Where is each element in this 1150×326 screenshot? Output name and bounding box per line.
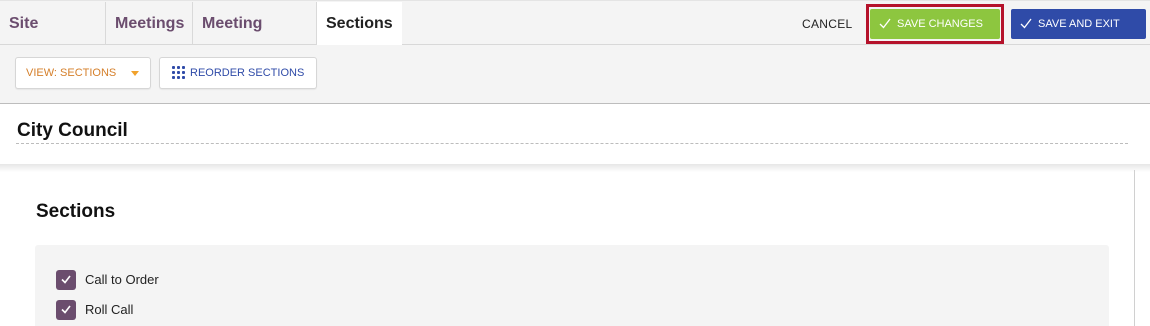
caret-down-icon (131, 71, 139, 76)
sections-heading: Sections (36, 201, 116, 222)
section-divider (0, 164, 1150, 172)
cancel-button[interactable]: CANCEL (792, 10, 862, 38)
reorder-sections-button[interactable]: REORDER SECTIONS (159, 57, 317, 89)
section-item-call-to-order[interactable]: Call to Order (56, 269, 159, 290)
breadcrumb-meeting-types[interactable]: Meeting Types (193, 2, 317, 75)
breadcrumb-site-settings[interactable]: Site Settings (0, 2, 106, 75)
grid-dots-icon (172, 65, 185, 79)
check-icon (879, 18, 891, 29)
save-changes-button[interactable]: SAVE CHANGES (870, 9, 1000, 39)
toolbar: VIEW: SECTIONS REORDER SECTIONS (0, 45, 1150, 104)
top-navigation-bar: Site Settings Meetings Meeting Types Sec… (0, 0, 1150, 75)
view-dropdown-label: VIEW: SECTIONS (26, 67, 117, 79)
scroll-edge (1134, 170, 1135, 326)
save-and-exit-button[interactable]: SAVE AND EXIT (1011, 9, 1146, 39)
sections-panel (35, 245, 1109, 326)
page-title: City Council (17, 120, 128, 141)
reorder-sections-label: REORDER SECTIONS (190, 67, 305, 79)
breadcrumb-meetings[interactable]: Meetings (106, 2, 193, 45)
checkbox-checked[interactable] (56, 269, 76, 290)
save-and-exit-label: SAVE AND EXIT (1038, 18, 1120, 30)
section-item-roll-call[interactable]: Roll Call (56, 299, 134, 320)
check-icon (61, 275, 71, 284)
save-changes-label: SAVE CHANGES (897, 18, 983, 30)
title-divider (16, 143, 1128, 144)
check-icon (1020, 18, 1032, 29)
view-sections-dropdown[interactable]: VIEW: SECTIONS (15, 57, 151, 89)
breadcrumb-sections: Sections (317, 2, 402, 45)
check-icon (61, 305, 71, 314)
checkbox-checked[interactable] (56, 299, 76, 320)
section-item-label: Roll Call (85, 302, 134, 317)
section-item-label: Call to Order (85, 272, 159, 287)
